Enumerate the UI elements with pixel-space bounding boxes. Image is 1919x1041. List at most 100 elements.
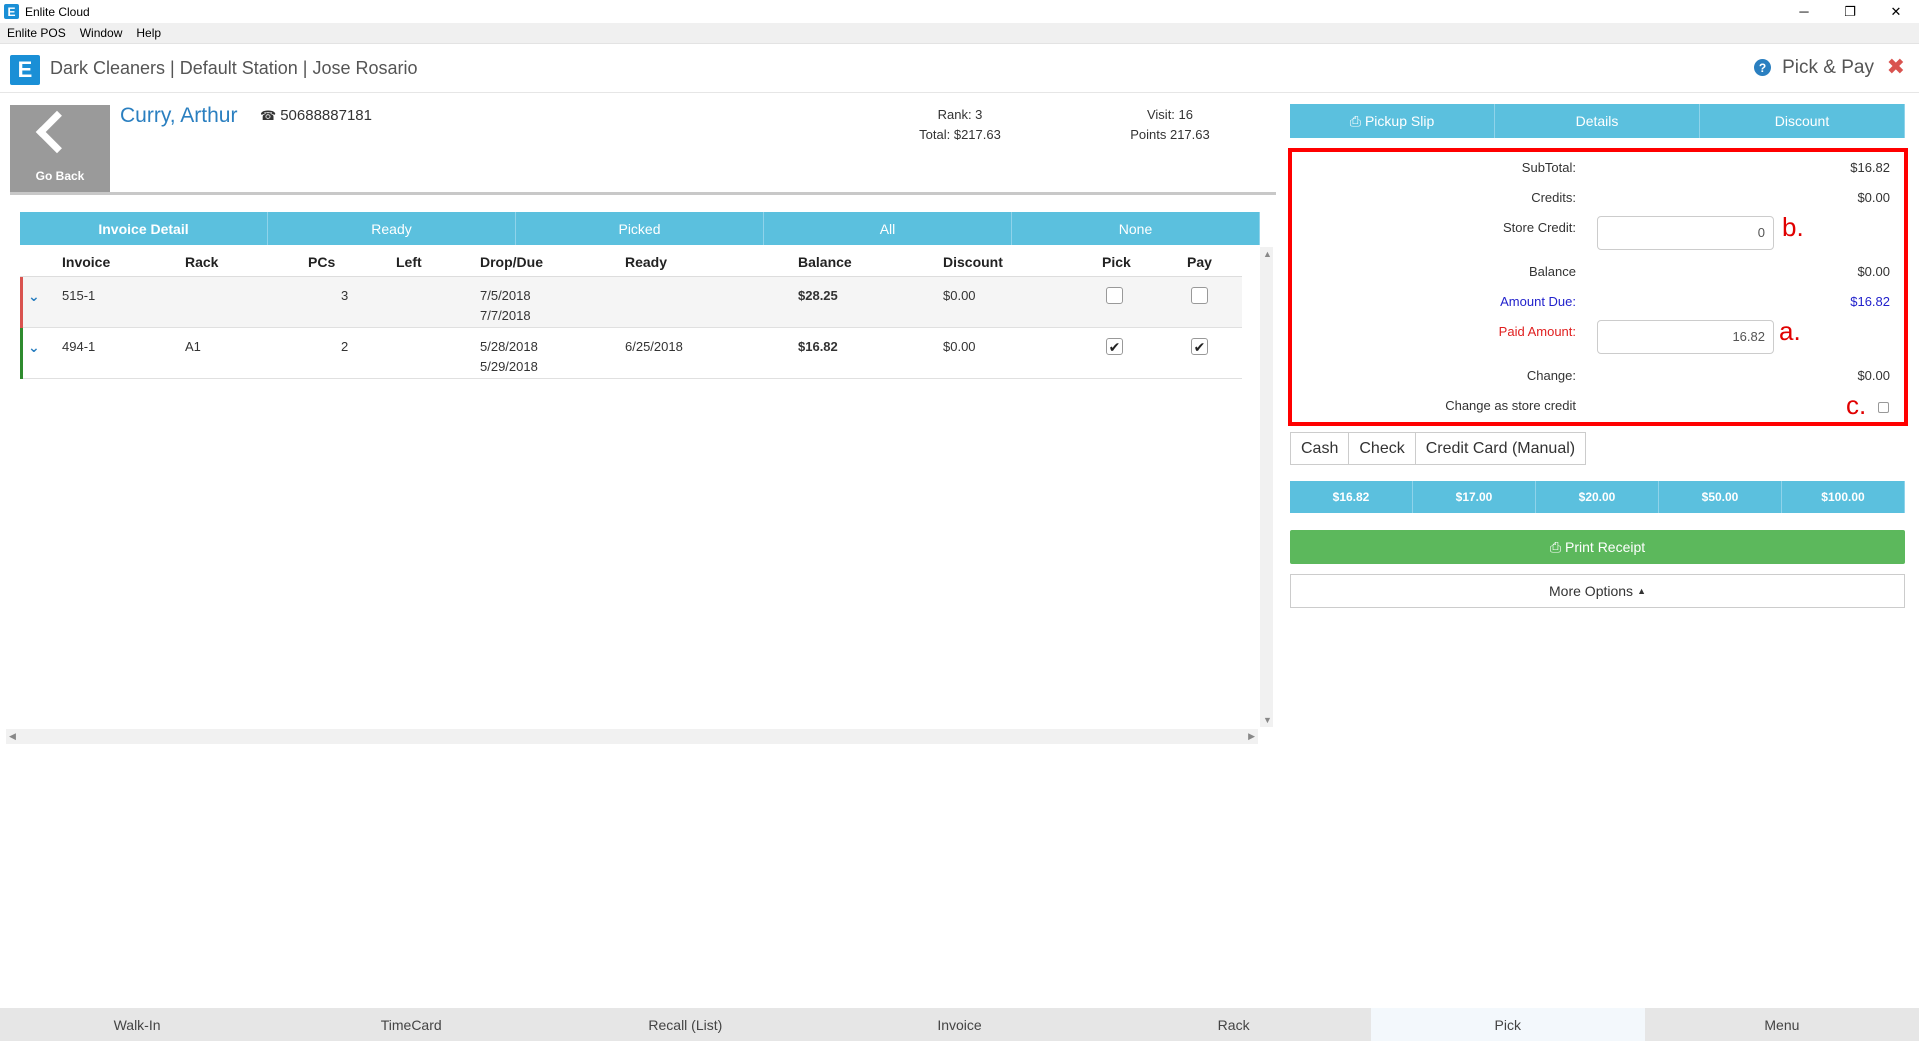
col-rack: Rack <box>185 253 219 270</box>
col-drop-due: Drop/Due <box>480 253 543 270</box>
menu-enlite-pos[interactable]: Enlite POS <box>0 26 73 40</box>
cell-discount: $0.00 <box>943 339 976 354</box>
cash-button[interactable]: Cash <box>1290 432 1350 465</box>
print-receipt-button[interactable]: ⎙ Print Receipt <box>1290 530 1905 564</box>
quick-amount-button[interactable]: $100.00 <box>1782 481 1905 513</box>
pay-checkbox[interactable] <box>1191 287 1208 304</box>
scroll-down-icon[interactable]: ▼ <box>1263 715 1272 725</box>
details-button[interactable]: Details <box>1495 104 1700 138</box>
quick-amount-button[interactable]: $50.00 <box>1659 481 1782 513</box>
horizontal-scrollbar[interactable]: ◀ ▶ <box>6 729 1258 744</box>
col-ready: Ready <box>625 253 668 270</box>
vertical-scrollbar[interactable]: ▲ ▼ <box>1260 247 1273 727</box>
tab-ready[interactable]: Ready <box>268 212 516 245</box>
help-icon[interactable]: ? <box>1754 59 1771 76</box>
credit-card-button[interactable]: Credit Card (Manual) <box>1414 432 1587 465</box>
scroll-right-icon[interactable]: ▶ <box>1248 731 1255 742</box>
tab-invoice-detail[interactable]: Invoice Detail <box>20 212 268 245</box>
cell-discount: $0.00 <box>943 288 976 303</box>
table-header: Invoice Rack PCs Left Drop/Due Ready Bal… <box>20 247 1242 277</box>
print-receipt-label: Print Receipt <box>1565 539 1646 555</box>
caret-up-icon: ▲ <box>1637 586 1646 596</box>
tab-picked[interactable]: Picked <box>516 212 764 245</box>
scroll-left-icon[interactable]: ◀ <box>9 731 16 742</box>
table-row[interactable]: ⌄ 494-1 A1 2 5/28/2018 5/29/2018 6/25/201… <box>20 328 1242 379</box>
nav-recall-list[interactable]: Recall (List) <box>548 1008 822 1041</box>
cell-invoice: 494-1 <box>62 339 96 354</box>
nav-walk-in[interactable]: Walk-In <box>0 1008 274 1041</box>
customer-visit-stats: Visit: 16 Points 217.63 <box>1110 105 1230 145</box>
go-back-button[interactable]: Go Back <box>10 105 110 193</box>
customer-total: Total: $217.63 <box>919 127 1001 142</box>
col-pcs: PCs <box>308 253 336 270</box>
change-label: Change: <box>1526 368 1576 383</box>
nav-rack[interactable]: Rack <box>1097 1008 1371 1041</box>
quick-amount-button[interactable]: $20.00 <box>1536 481 1659 513</box>
nav-menu[interactable]: Menu <box>1645 1008 1919 1041</box>
change-value: $0.00 <box>1857 368 1890 383</box>
scroll-up-icon[interactable]: ▲ <box>1263 249 1272 259</box>
status-bar <box>20 328 23 379</box>
cell-invoice: 515-1 <box>62 288 96 303</box>
more-options-button[interactable]: More Options ▲ <box>1290 574 1905 608</box>
phone-icon: ☎ <box>260 108 277 123</box>
app-logo-icon: E <box>4 4 19 19</box>
menu-bar: Enlite POS Window Help <box>0 23 1919 44</box>
more-options-label: More Options <box>1549 583 1634 599</box>
discount-button[interactable]: Discount <box>1700 104 1905 138</box>
right-tabs: ⎙ Pickup Slip Details Discount <box>1290 104 1905 138</box>
balance-value: $0.00 <box>1857 264 1890 279</box>
subtotal-value: $16.82 <box>1850 160 1890 175</box>
customer-name[interactable]: Curry, Arthur <box>120 104 237 128</box>
store-credit-input[interactable]: 0 <box>1597 216 1774 250</box>
cell-drop: 7/5/2018 <box>480 288 531 303</box>
bottom-nav: Walk-In TimeCard Recall (List) Invoice R… <box>0 1008 1919 1041</box>
check-button[interactable]: Check <box>1348 432 1416 465</box>
balance-label: Balance <box>1529 264 1576 279</box>
pick-checkbox[interactable] <box>1106 287 1123 304</box>
amount-due-label: Amount Due: <box>1500 294 1576 309</box>
printer-icon: ⎙ <box>1549 538 1562 555</box>
tab-all[interactable]: All <box>764 212 1012 245</box>
chevron-down-icon[interactable]: ⌄ <box>28 337 40 357</box>
chevron-left-icon <box>35 110 79 154</box>
quick-amount-button[interactable]: $17.00 <box>1413 481 1536 513</box>
menu-window[interactable]: Window <box>73 26 130 40</box>
cell-drop: 5/28/2018 <box>480 339 538 354</box>
minimize-icon[interactable]: ─ <box>1781 0 1827 23</box>
brand-logo-icon: E <box>10 55 40 85</box>
cell-balance: $28.25 <box>798 288 838 303</box>
chevron-down-icon[interactable]: ⌄ <box>28 286 40 306</box>
window-controls: ─ ❐ ✕ <box>1781 0 1919 23</box>
nav-timecard[interactable]: TimeCard <box>274 1008 548 1041</box>
customer-points: Points 217.63 <box>1130 127 1210 142</box>
page-title: Pick & Pay <box>1782 57 1874 78</box>
menu-help[interactable]: Help <box>129 26 168 40</box>
close-window-icon[interactable]: ✕ <box>1873 0 1919 23</box>
col-pick: Pick <box>1102 253 1131 270</box>
annotation-b: b. <box>1782 212 1804 242</box>
tab-none[interactable]: None <box>1012 212 1260 245</box>
credits-row: Credits: $0.00 <box>1292 190 1904 210</box>
close-icon[interactable]: ✖ <box>1887 54 1905 80</box>
customer-rank: Rank: 3 <box>937 107 983 122</box>
divider <box>10 192 1276 195</box>
customer-visit: Visit: 16 <box>1146 107 1193 122</box>
change-row: Change: $0.00 <box>1292 368 1904 388</box>
quick-amount-button[interactable]: $16.82 <box>1290 481 1413 513</box>
pay-checkbox[interactable]: ✔ <box>1191 338 1208 355</box>
nav-pick[interactable]: Pick <box>1370 1008 1645 1041</box>
cell-due: 7/7/2018 <box>480 308 531 323</box>
change-store-credit-checkbox[interactable] <box>1878 402 1889 413</box>
table-row[interactable]: ⌄ 515-1 3 7/5/2018 7/7/2018 $28.25 $0.00 <box>20 277 1242 328</box>
restore-icon[interactable]: ❐ <box>1827 0 1873 23</box>
pick-checkbox[interactable]: ✔ <box>1106 338 1123 355</box>
paid-amount-input[interactable]: 16.82 <box>1597 320 1774 354</box>
pickup-slip-button[interactable]: ⎙ Pickup Slip <box>1290 104 1495 138</box>
subtotal-label: SubTotal: <box>1521 160 1576 175</box>
credits-value: $0.00 <box>1857 190 1890 205</box>
nav-invoice[interactable]: Invoice <box>822 1008 1096 1041</box>
cell-due: 5/29/2018 <box>480 359 538 374</box>
window-title: Enlite Cloud <box>25 4 90 19</box>
change-store-credit-label: Change as store credit <box>1445 398 1576 413</box>
